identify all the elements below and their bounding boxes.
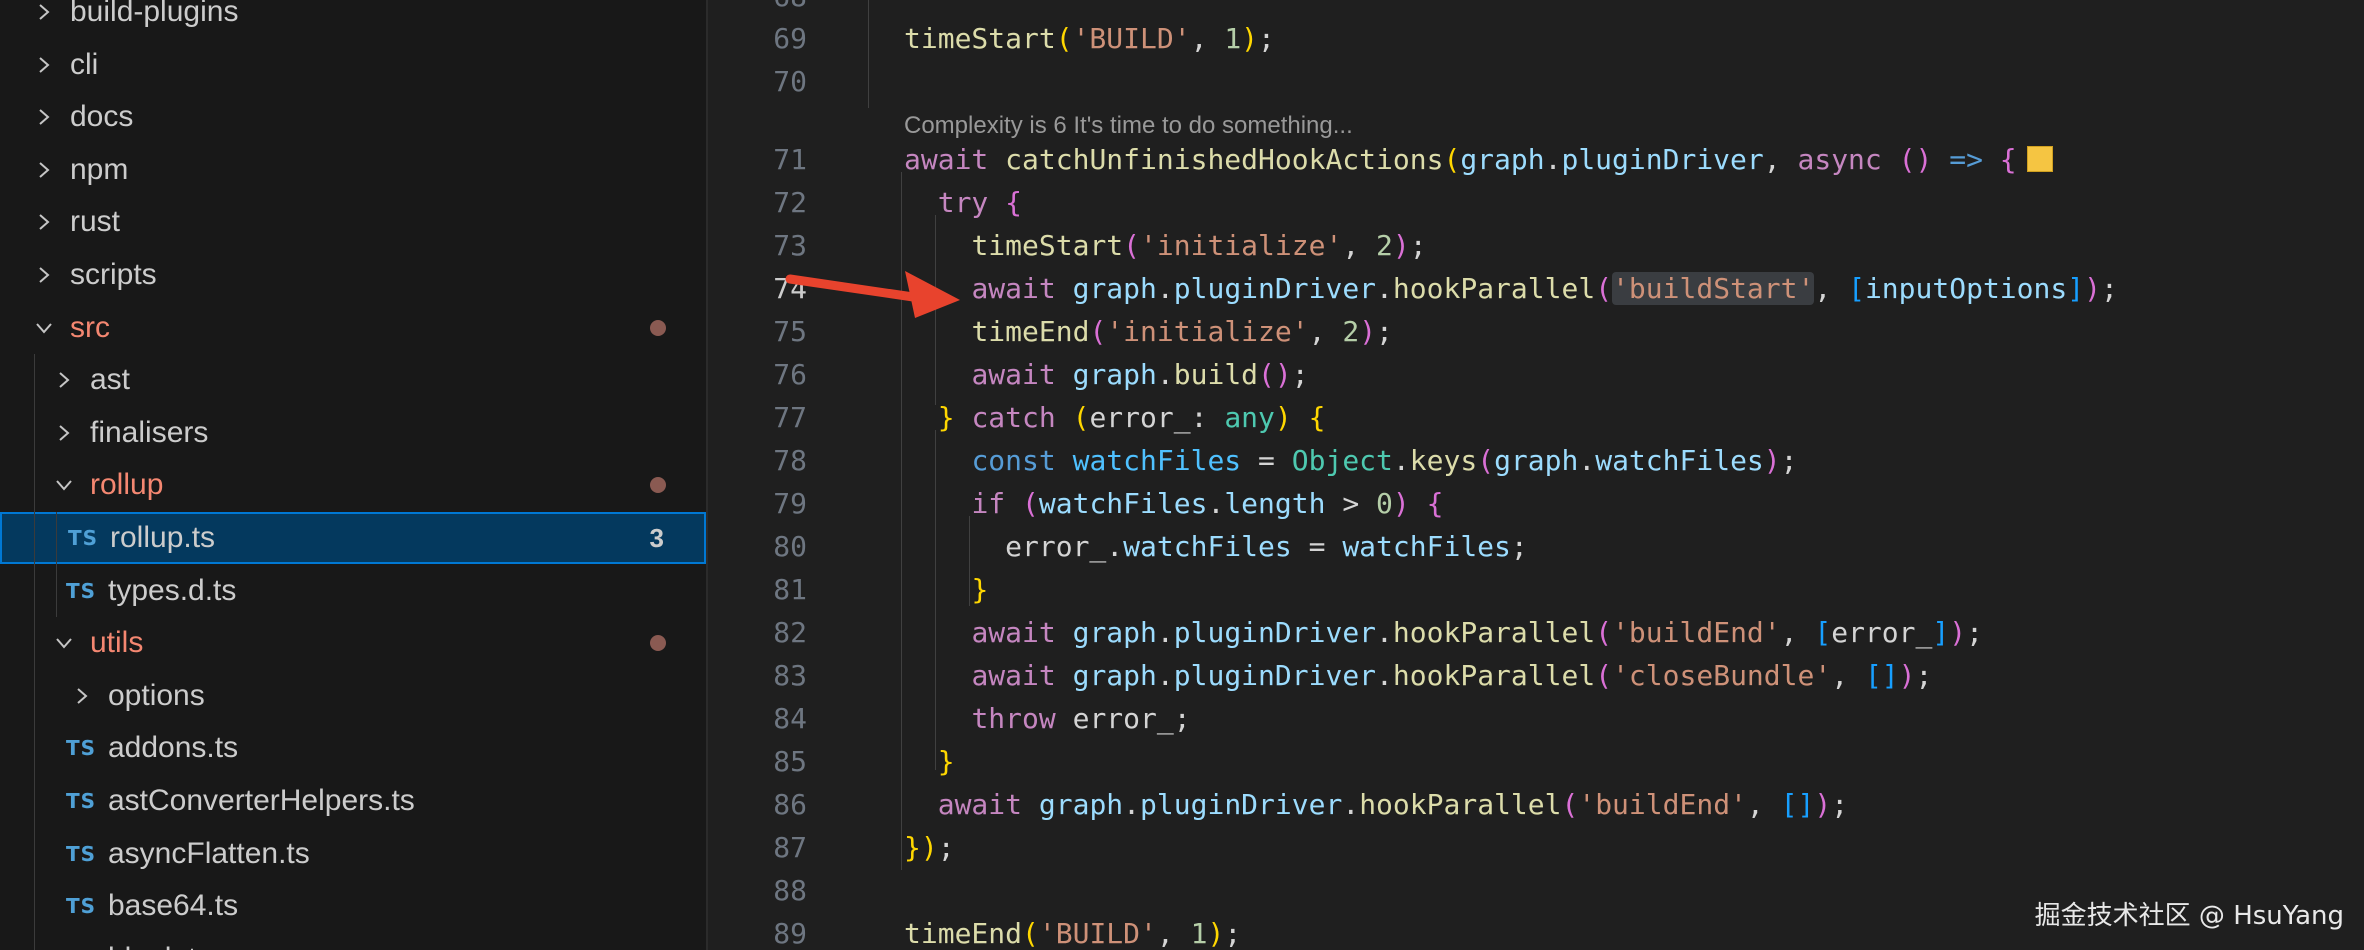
red-arrow-annotation <box>785 271 960 318</box>
arrow-shaft <box>785 274 925 303</box>
arrow-head <box>905 271 960 318</box>
